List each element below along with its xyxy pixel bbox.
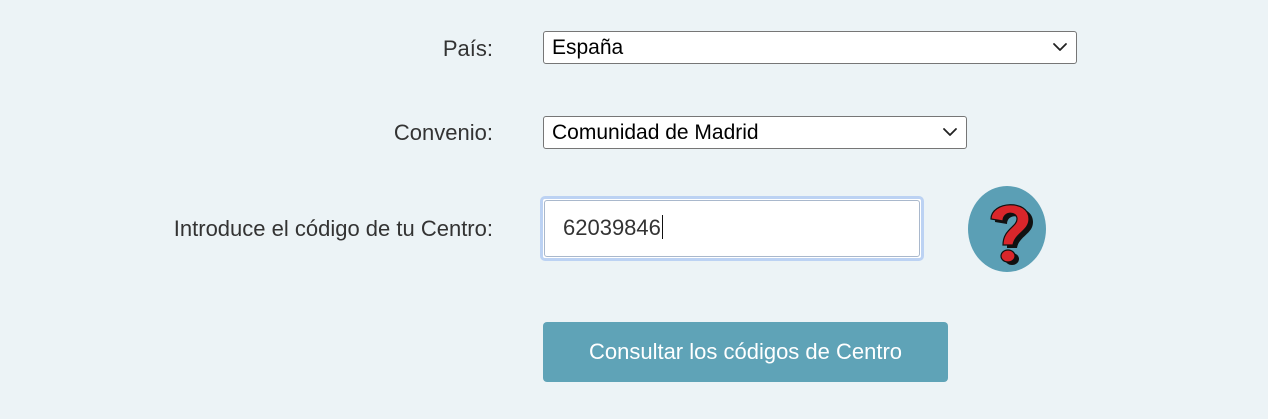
convenio-selected-value: Comunidad de Madrid: [552, 121, 759, 144]
pais-label: País:: [442, 36, 493, 61]
form-panel: País: España Convenio: Comunidad de Madr…: [0, 0, 1268, 419]
convenio-select[interactable]: Comunidad de Madrid: [543, 116, 967, 149]
chevron-down-icon: [1053, 43, 1067, 51]
consultar-codigos-button[interactable]: Consultar los códigos de Centro: [543, 322, 948, 382]
pais-select[interactable]: España: [543, 31, 1077, 64]
chevron-down-icon: [943, 128, 957, 136]
codigo-label: Introduce el código de tu Centro:: [173, 216, 493, 241]
convenio-label: Convenio:: [393, 120, 493, 145]
question-mark-icon[interactable]: [967, 185, 1047, 273]
centro-code-value: 62039846: [563, 215, 661, 240]
centro-code-input[interactable]: 62039846: [540, 196, 924, 261]
pais-selected-value: España: [552, 36, 624, 59]
text-caret: [661, 215, 663, 239]
